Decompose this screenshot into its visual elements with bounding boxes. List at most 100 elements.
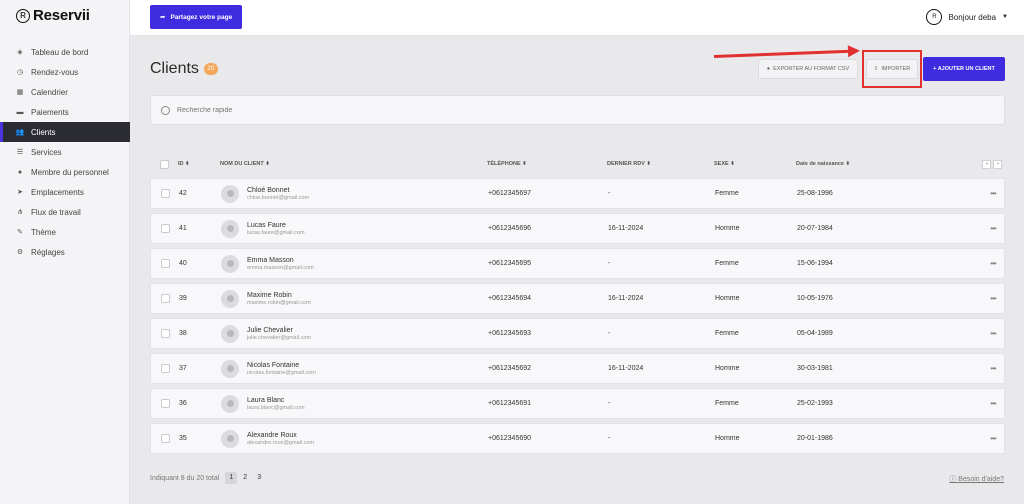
sidebar-nav: ◈ Tableau de bord ◷ Rendez-vous ▦ Calendrier ▬…: [0, 42, 130, 262]
client-email: chloe.bonnet@gmail.com: [247, 194, 310, 201]
page-title: Clients 20: [150, 60, 218, 78]
cell-client: Emma Masson emma.masson@gmail.com: [221, 254, 488, 273]
more-options-icon[interactable]: •••: [983, 224, 1003, 233]
import-button[interactable]: ⇪ IMPORTER: [866, 59, 918, 79]
user-menu[interactable]: R Bonjour deba ▼: [926, 9, 1008, 25]
column-header-name[interactable]: NOM DU CLIENT ⬍: [220, 161, 487, 167]
sidebar-item-membre-du-personnel[interactable]: ● Membre du personnel: [0, 162, 130, 182]
table-row[interactable]: 42 Chloé Bonnet chloe.bonnet@gmail.com +061…: [150, 178, 1005, 209]
more-options-icon[interactable]: •••: [983, 259, 1003, 268]
row-checkbox[interactable]: [160, 189, 170, 198]
cell-sex: Femme: [715, 330, 739, 337]
table-row[interactable]: 37 Nicolas Fontaine nicolas.fontaine@gmail…: [150, 353, 1005, 384]
row-checkbox[interactable]: [160, 329, 170, 338]
sidebar-item-clients[interactable]: 👥 Clients: [0, 122, 130, 142]
list-icon: ☰: [16, 149, 24, 156]
sidebar-item-flux-de-travail[interactable]: ⋔ Flux de travail: [0, 202, 130, 222]
search-bar[interactable]: [150, 95, 1005, 125]
sidebar-item-rendez-vous[interactable]: ◷ Rendez-vous: [0, 62, 130, 82]
page-2-button[interactable]: 2: [239, 472, 251, 484]
select-all-checkbox[interactable]: [159, 159, 169, 169]
user-icon: [226, 190, 234, 197]
column-header-birthdate[interactable]: Date de naissance ⬍: [796, 161, 982, 167]
table-row[interactable]: 35 Alexandre Roux alexandre.roux@gmail.com…: [150, 423, 1005, 454]
sidebar-item-calendrier[interactable]: ▦ Calendrier: [0, 82, 130, 102]
sidebar-item-th-me[interactable]: ✎ Thème: [0, 222, 130, 242]
column-header-phone[interactable]: TÉLÉPHONE ⬍: [487, 161, 607, 167]
page-3-button[interactable]: 3: [253, 472, 265, 484]
cell-id: 41: [179, 225, 187, 232]
calendar-icon: ▦: [16, 89, 24, 96]
cell-phone: +0612345692: [488, 365, 532, 372]
chevron-right-icon[interactable]: ›: [993, 159, 1002, 169]
sidebar: R Reservii ◈ Tableau de bord ◷ Rendez-vous ▦…: [0, 0, 130, 504]
gear-icon: ⚙: [16, 249, 24, 256]
sidebar-item-paiements[interactable]: ▬ Paiements: [0, 102, 130, 122]
cell-id: 38: [179, 330, 187, 337]
more-options-icon[interactable]: •••: [983, 329, 1003, 338]
row-checkbox[interactable]: [160, 224, 170, 233]
cell-phone: +0612345693: [488, 330, 532, 337]
user-greeting: Bonjour deba: [948, 12, 997, 22]
row-checkbox[interactable]: [160, 259, 170, 268]
row-checkbox[interactable]: [160, 399, 170, 408]
column-header-last-appointment[interactable]: DERNIER RDV ⬍: [607, 161, 714, 167]
chevron-down-icon: ▼: [1002, 14, 1008, 20]
sidebar-item-r-glages[interactable]: ⚙ Réglages: [0, 242, 130, 262]
page-1-button[interactable]: 1: [225, 472, 238, 484]
sidebar-item-emplacements[interactable]: ➤ Emplacements: [0, 182, 130, 202]
cell-phone: +0612345694: [488, 295, 532, 302]
cell-client: Nicolas Fontaine nicolas.fontaine@gmail.c…: [221, 359, 488, 378]
cell-id: 35: [179, 435, 187, 442]
table-row[interactable]: 41 Lucas Faure lucas.faure@gmail.com +06123…: [150, 213, 1005, 244]
more-options-icon[interactable]: •••: [983, 294, 1003, 303]
add-client-button[interactable]: + AJOUTER UN CLIENT: [923, 57, 1005, 81]
row-checkbox[interactable]: [160, 364, 170, 373]
more-options-icon[interactable]: •••: [983, 399, 1003, 408]
brand-logo[interactable]: R Reservii: [16, 7, 90, 24]
cell-id: 40: [179, 260, 187, 267]
cell-birthdate: 15-06-1994: [797, 260, 833, 267]
row-checkbox[interactable]: [160, 294, 170, 303]
location-arrow-icon: ➤: [17, 189, 23, 196]
clock-icon: ◷: [16, 69, 24, 76]
column-header-id[interactable]: ID ⬍: [178, 161, 220, 167]
cell-sex: Homme: [715, 295, 740, 302]
table-row[interactable]: 40 Emma Masson emma.masson@gmail.com +06123…: [150, 248, 1005, 279]
column-header-sex[interactable]: SEXE ⬍: [714, 161, 796, 167]
export-csv-button[interactable]: ● EXPORTER AU FORMAT CSV: [758, 59, 858, 79]
cell-client: Laura Blanc laura.blanc@gmail.com: [221, 394, 488, 413]
table-row[interactable]: 36 Laura Blanc laura.blanc@gmail.com +06123…: [150, 388, 1005, 419]
more-options-icon[interactable]: •••: [983, 189, 1003, 198]
share-page-button[interactable]: ➦ Partagez votre page: [150, 5, 243, 29]
table-row[interactable]: 39 Maxime Robin maxime.robin@gmail.com +061…: [150, 283, 1005, 314]
search-input[interactable]: [177, 106, 477, 114]
row-checkbox[interactable]: [160, 434, 170, 443]
cell-sex: Femme: [715, 260, 739, 267]
cell-birthdate: 30-03-1981: [797, 365, 833, 372]
cell-sex: Homme: [715, 225, 740, 232]
sidebar-item-services[interactable]: ☰ Services: [0, 142, 130, 162]
help-link[interactable]: ⓘ Besoin d'aide?: [949, 474, 1004, 484]
more-options-icon[interactable]: •••: [983, 364, 1003, 373]
table-body: 42 Chloé Bonnet chloe.bonnet@gmail.com +061…: [150, 178, 1005, 454]
client-name: Emma Masson: [247, 256, 294, 264]
avatar: [221, 429, 239, 448]
sidebar-item-label: Thème: [31, 227, 56, 237]
box-icon: ◈: [17, 49, 23, 56]
more-options-icon[interactable]: •••: [983, 434, 1003, 443]
chevron-left-icon[interactable]: ‹: [982, 159, 991, 169]
pagination-info: Indiquant 8 du 20 total: [150, 474, 220, 482]
cell-phone: +0612345697: [488, 190, 532, 197]
cell-last-appointment: 16-11-2024: [608, 225, 644, 232]
table-row[interactable]: 38 Julie Chevalier julie.chevalier@gmail.c…: [150, 318, 1005, 349]
user-icon: [226, 225, 234, 232]
user-icon: ●: [766, 66, 771, 72]
user-icon: [226, 295, 234, 302]
sidebar-item-tableau-de-bord[interactable]: ◈ Tableau de bord: [0, 42, 130, 62]
workflow-icon: ⋔: [17, 209, 23, 216]
brand-name: Reservii: [33, 7, 90, 24]
cell-birthdate: 20-07-1984: [797, 225, 833, 232]
cell-phone: +0612345695: [488, 260, 532, 267]
cell-id: 42: [179, 190, 187, 197]
